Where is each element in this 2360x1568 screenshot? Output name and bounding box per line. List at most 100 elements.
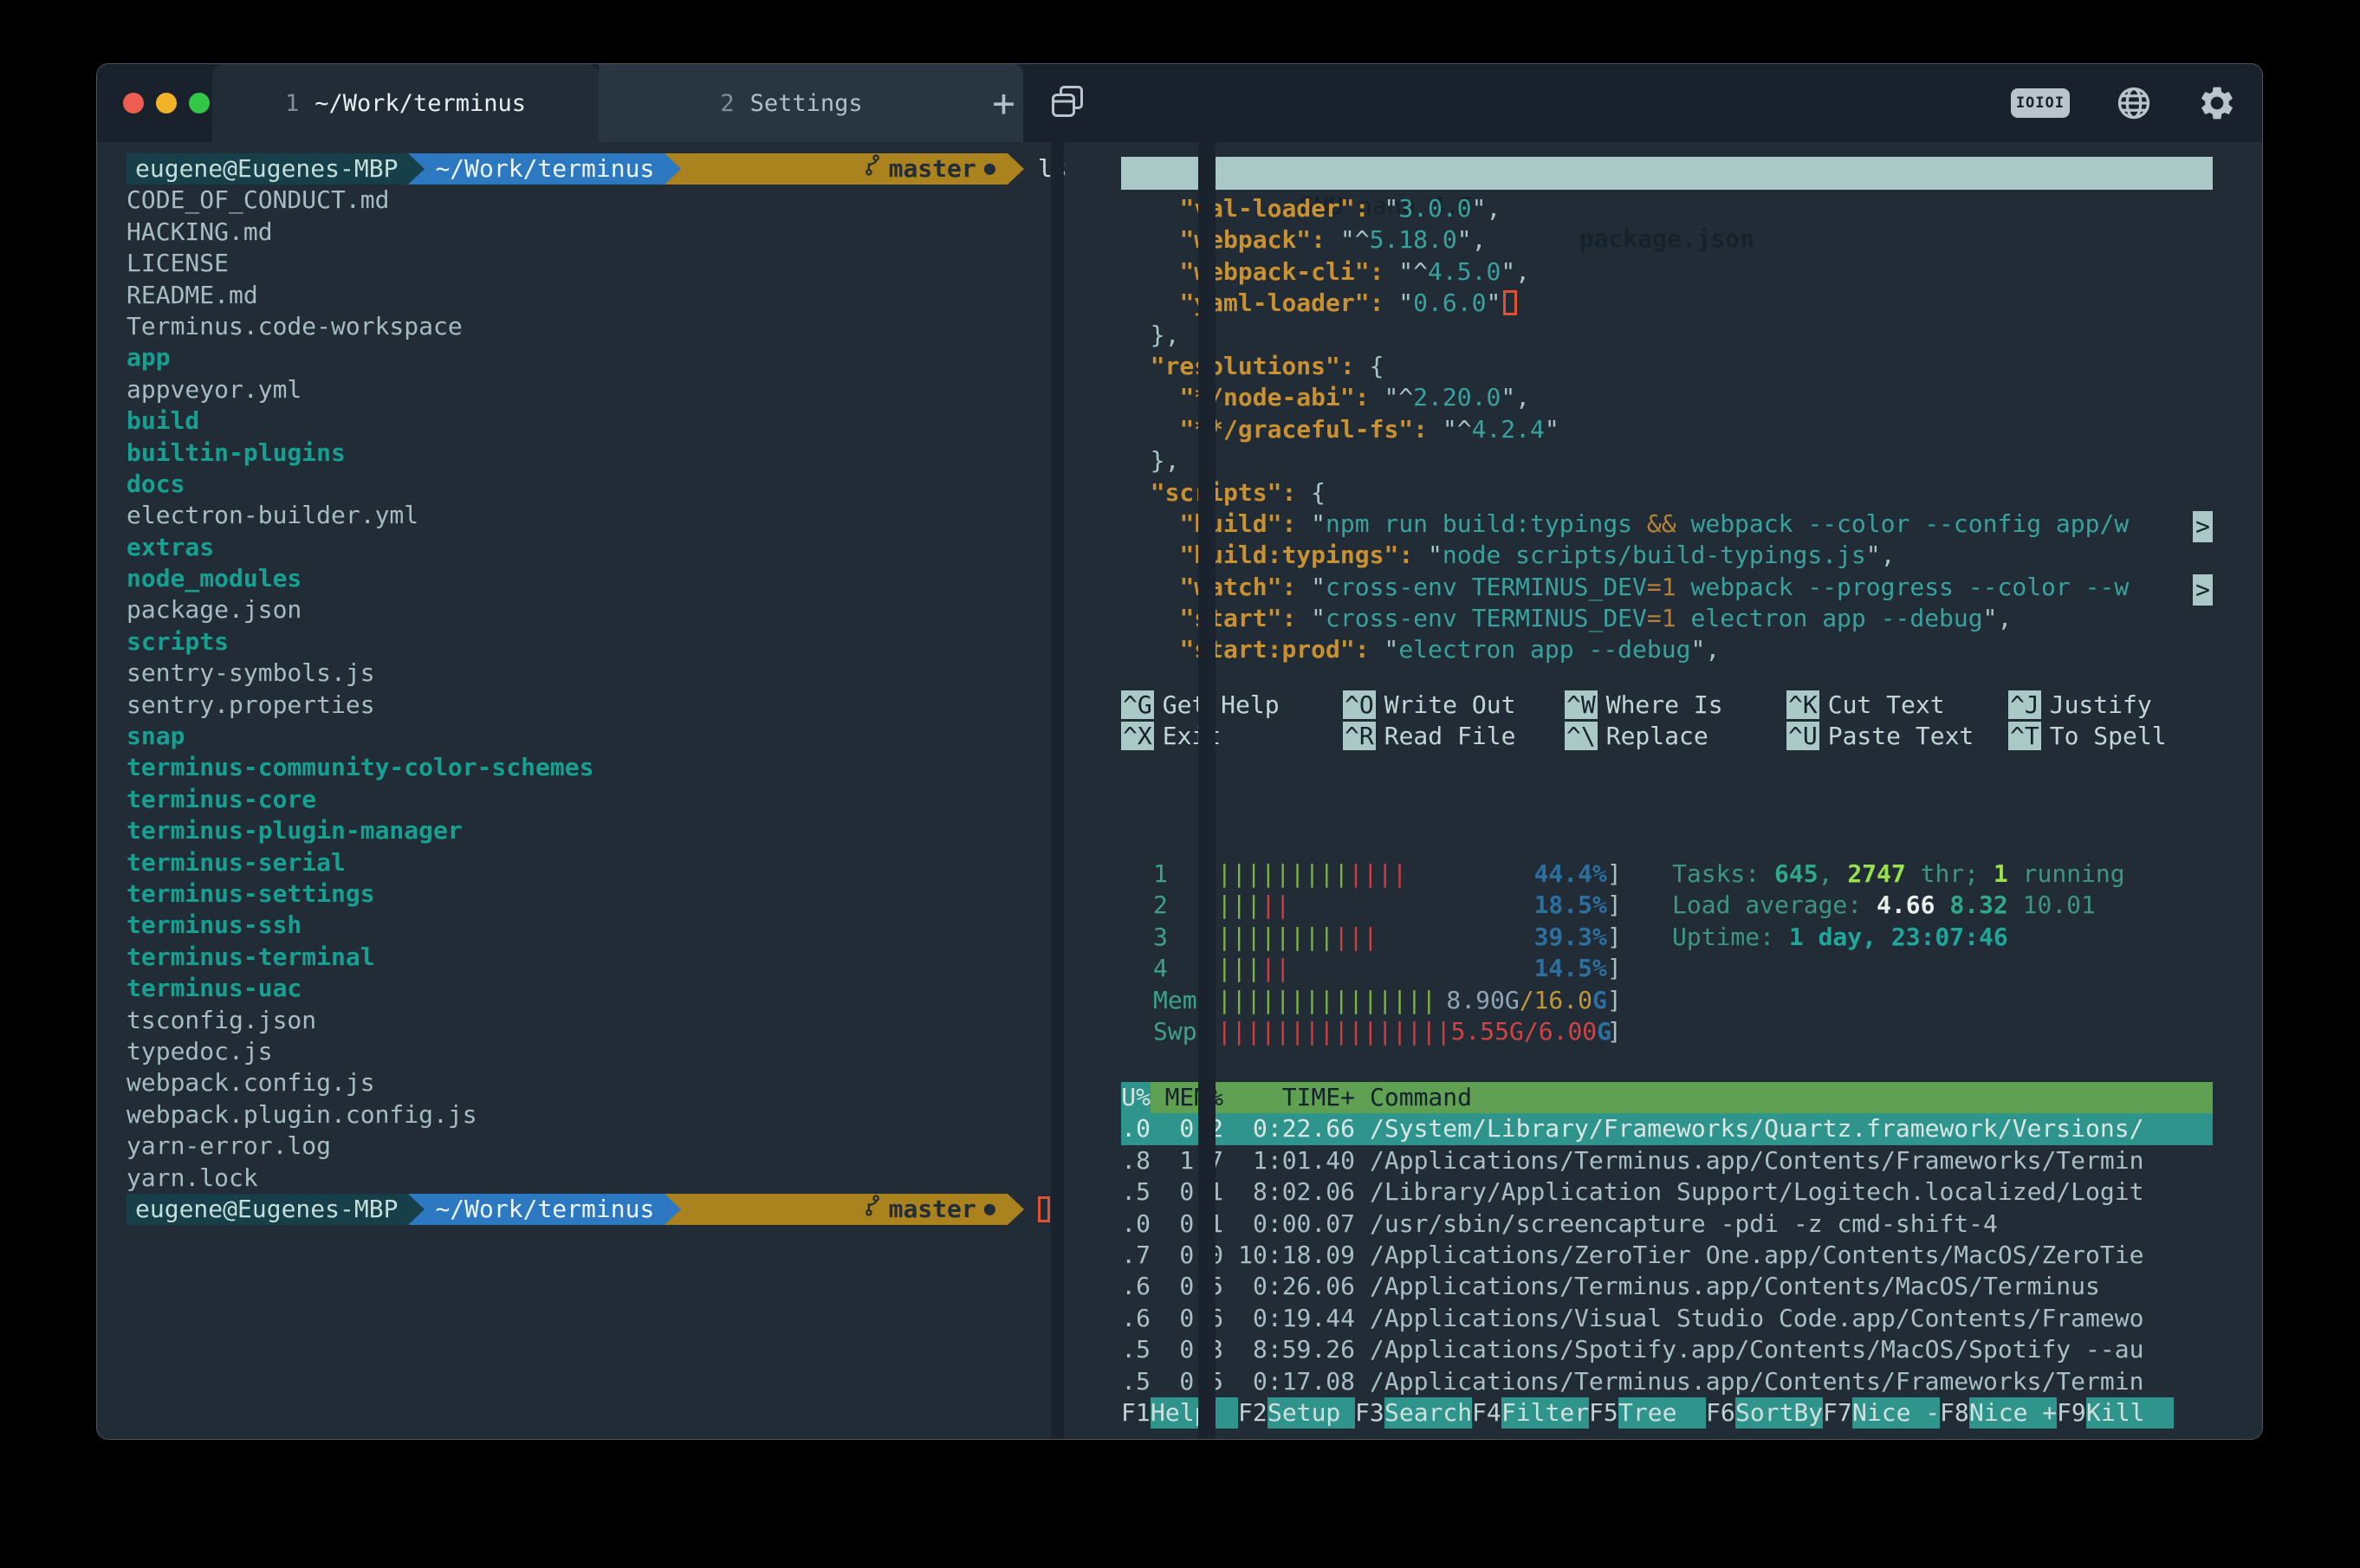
ls-entry: scripts [126,626,1050,658]
ls-entry: terminus-serial [126,847,1050,878]
prompt-user-host: eugene@Eugenes-MBP [126,153,408,185]
nano-shortcut[interactable]: ^KCut Text [1786,690,2008,721]
globe-ssh-icon[interactable] [2115,84,2153,122]
nano-shortcut[interactable]: ^\Replace [1565,721,1786,752]
nano-line: "yaml-loader": "0.6.0" [1121,288,2213,319]
ls-entry: extras [126,532,1050,563]
nano-line: "start:prod": "electron app --debug", [1121,634,2213,665]
ls-entry: builtin-plugins [126,437,1050,469]
process-rows: .00.20:22.66/System/Library/Frameworks/Q… [1121,1113,2213,1397]
tab-title: Settings [750,90,863,117]
col-time[interactable]: TIME+ [1223,1082,1355,1113]
nano-line: "webpack-cli": "^4.5.0", [1121,256,2213,288]
process-row[interactable]: .81.71:01.40/Applications/Terminus.app/C… [1121,1145,2213,1176]
right-pane-scrollbar[interactable] [1198,142,1216,1439]
nano-shortcut[interactable]: ^RRead File [1343,721,1565,752]
nano-shortcut[interactable]: ^JJustify [2008,690,2230,721]
ls-entry: node_modules [126,563,1050,594]
terminal-pane-right[interactable]: GNU nano 4.5 package.json "val-loader": … [1121,142,2263,1439]
col-cpu[interactable]: U% [1121,1082,1151,1113]
ls-entry: README.md [126,280,1050,311]
powerline-arrow-icon [665,153,681,185]
process-row[interactable]: .00.10:00.07/usr/sbin/screencapture -pdi… [1121,1208,2213,1240]
git-branch-icon [688,1162,880,1256]
nano-shortcut[interactable]: ^GGet Help [1121,690,1343,721]
new-tab-button[interactable]: + [984,64,1023,142]
nano-line: "start": "cross-env TERMINUS_DEV=1 elect… [1121,603,2213,634]
nano-shortcut[interactable]: ^UPaste Text [1786,721,2008,752]
maximize-button[interactable] [189,93,210,113]
tab-title: ~/Work/terminus [314,90,526,117]
ls-entry: yarn.lock [126,1163,1050,1194]
nano-line: "build:typings": "node scripts/build-typ… [1121,540,2213,571]
ls-entry: HACKING.md [126,217,1050,248]
ls-entry: electron-builder.yml [126,500,1050,531]
col-command[interactable]: Command [1370,1082,2213,1113]
nano-line: }, [1121,445,2213,476]
close-button[interactable] [123,93,144,113]
nano-editor: GNU nano 4.5 package.json "val-loader": … [1121,157,2213,753]
htop-fkey[interactable]: F3Search [1355,1397,1472,1429]
htop-fkey[interactable]: F4Filter [1472,1397,1589,1429]
titlebar-right-icons: IOIOI [2011,64,2236,142]
tab-number: 2 [720,90,734,117]
terminal-pane-shell[interactable]: eugene@Eugenes-MBP ~/Work/terminus maste… [97,142,1050,1439]
process-row[interactable]: .60.50:26.06/Applications/Terminus.app/C… [1121,1271,2213,1302]
ls-entry: Terminus.code-workspace [126,311,1050,342]
tab-work-terminus[interactable]: 1 ~/Work/terminus [212,64,599,142]
settings-gear-icon[interactable] [2198,84,2236,122]
minimize-button[interactable] [156,93,177,113]
ls-entry: package.json [126,594,1050,625]
nano-line: "scripts": { [1121,477,2213,509]
ls-entry: terminus-plugin-manager [126,815,1050,846]
nano-shortcut[interactable]: ^XExit [1121,721,1343,752]
powerline-arrow-icon [1008,153,1024,185]
ls-entry: webpack.plugin.config.js [126,1099,1050,1131]
ls-entry: terminus-terminal [126,942,1050,973]
nano-line: "webpack": "^5.18.0", [1121,224,2213,256]
htop-fkey[interactable]: F2Setup [1238,1397,1355,1429]
htop-fkey[interactable]: F1Help [1121,1397,1238,1429]
git-dirty-dot-icon: ● [984,153,995,185]
process-row[interactable]: .50.18:02.06/Library/Application Support… [1121,1176,2213,1208]
htop-fkey[interactable]: F5Tree [1589,1397,1706,1429]
nano-buffer: "val-loader": "3.0.0", "webpack": "^5.18… [1121,193,2213,666]
ls-entry: snap [126,721,1050,752]
serial-console-icon[interactable]: IOIOI [2011,88,2070,118]
split-duplicate-button[interactable] [1041,64,1093,142]
prompt-git-segment: master ● [681,1194,1008,1225]
powerline-arrow-icon [408,1194,425,1225]
nano-shortcut[interactable]: ^OWrite Out [1343,690,1565,721]
process-row[interactable]: .60.60:19.44/Applications/Visual Studio … [1121,1303,2213,1334]
htop-fkey[interactable]: F7Nice - [1823,1397,1940,1429]
duplicate-windows-icon [1049,83,1086,123]
nano-shortcut[interactable]: ^TTo Spell [2008,721,2230,752]
terminus-window: 1 ~/Work/terminus 2 Settings + IOIOI [96,63,2263,1440]
left-pane-scrollbar[interactable] [1051,142,1064,1439]
ls-entry: sentry.properties [126,690,1050,721]
process-row[interactable]: .50.38:59.26/Applications/Spotify.app/Co… [1121,1334,2213,1365]
process-row[interactable]: .70.010:18.09/Applications/ZeroTier One.… [1121,1240,2213,1271]
nano-shortcut[interactable]: ^WWhere Is [1565,690,1786,721]
nano-line: }, [1121,320,2213,351]
process-row[interactable]: .50.50:17.08/Applications/Terminus.app/C… [1121,1366,2213,1397]
ls-entry: terminus-uac [126,973,1050,1004]
htop-monitor: 1[|||||||||||||44.4%]2[|||||18.5%]3[||||… [1121,859,2213,1047]
htop-fkey[interactable]: F8Nice + [1940,1397,2057,1429]
git-branch-name: master [889,1194,976,1225]
htop-stat-line: Uptime: 1 day, 23:07:46 [1672,922,2125,953]
tab-number: 1 [285,90,299,117]
ls-entry: LICENSE [126,248,1050,279]
ls-entry: docs [126,469,1050,500]
htop-fkey[interactable]: F6SortBy [1706,1397,1823,1429]
nano-line: "val-loader": "3.0.0", [1121,193,2213,224]
powerline-arrow-icon [1008,1194,1024,1225]
htop-meter: Swp[||||||||||||||||5.55G/6.00G] [1153,1016,2213,1047]
ls-entry: sentry-symbols.js [126,658,1050,689]
nano-line: "**/graceful-fs": "^4.2.4" [1121,414,2213,445]
nano-line: "resolutions": { [1121,351,2213,382]
nano-line: "*/node-abi": "^2.20.0", [1121,382,2213,413]
traffic-lights [123,64,210,142]
htop-fkey[interactable]: F9Kill [2057,1397,2174,1429]
process-row[interactable]: .00.20:22.66/System/Library/Frameworks/Q… [1121,1113,2213,1144]
